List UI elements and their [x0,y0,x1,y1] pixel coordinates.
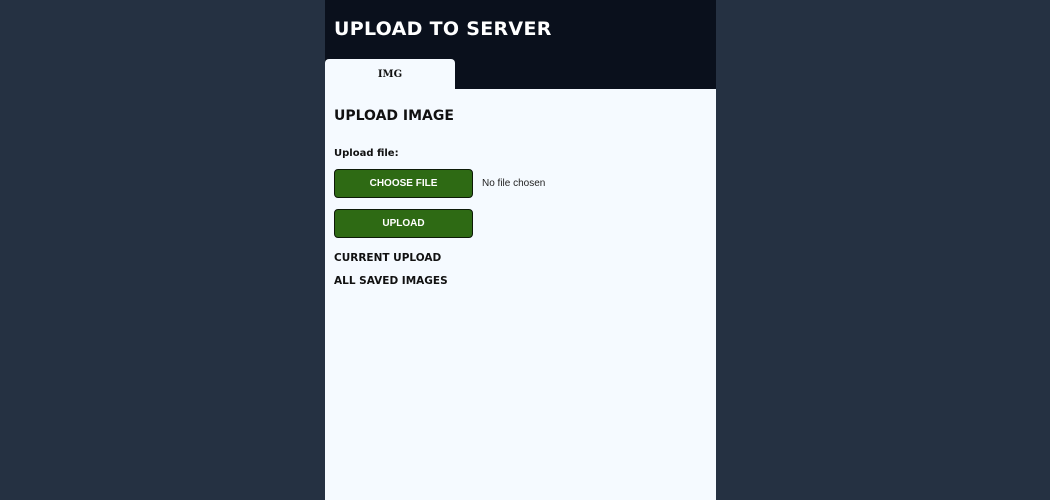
app-header: UPLOAD TO SERVER IMG [325,0,716,90]
choose-file-button[interactable]: CHOOSE FILE [334,169,473,198]
app-title: UPLOAD TO SERVER [334,18,552,40]
current-upload-heading: CURRENT UPLOAD [334,252,442,264]
upload-panel: UPLOAD TO SERVER IMG UPLOAD IMAGE Upload… [325,0,716,500]
section-title: UPLOAD IMAGE [334,108,454,124]
upload-button[interactable]: UPLOAD [334,209,473,238]
file-status-text: No file chosen [482,178,546,189]
tab-img[interactable]: IMG [325,59,455,90]
saved-images-heading: ALL SAVED IMAGES [334,275,448,287]
upload-file-label: Upload file: [334,148,399,159]
